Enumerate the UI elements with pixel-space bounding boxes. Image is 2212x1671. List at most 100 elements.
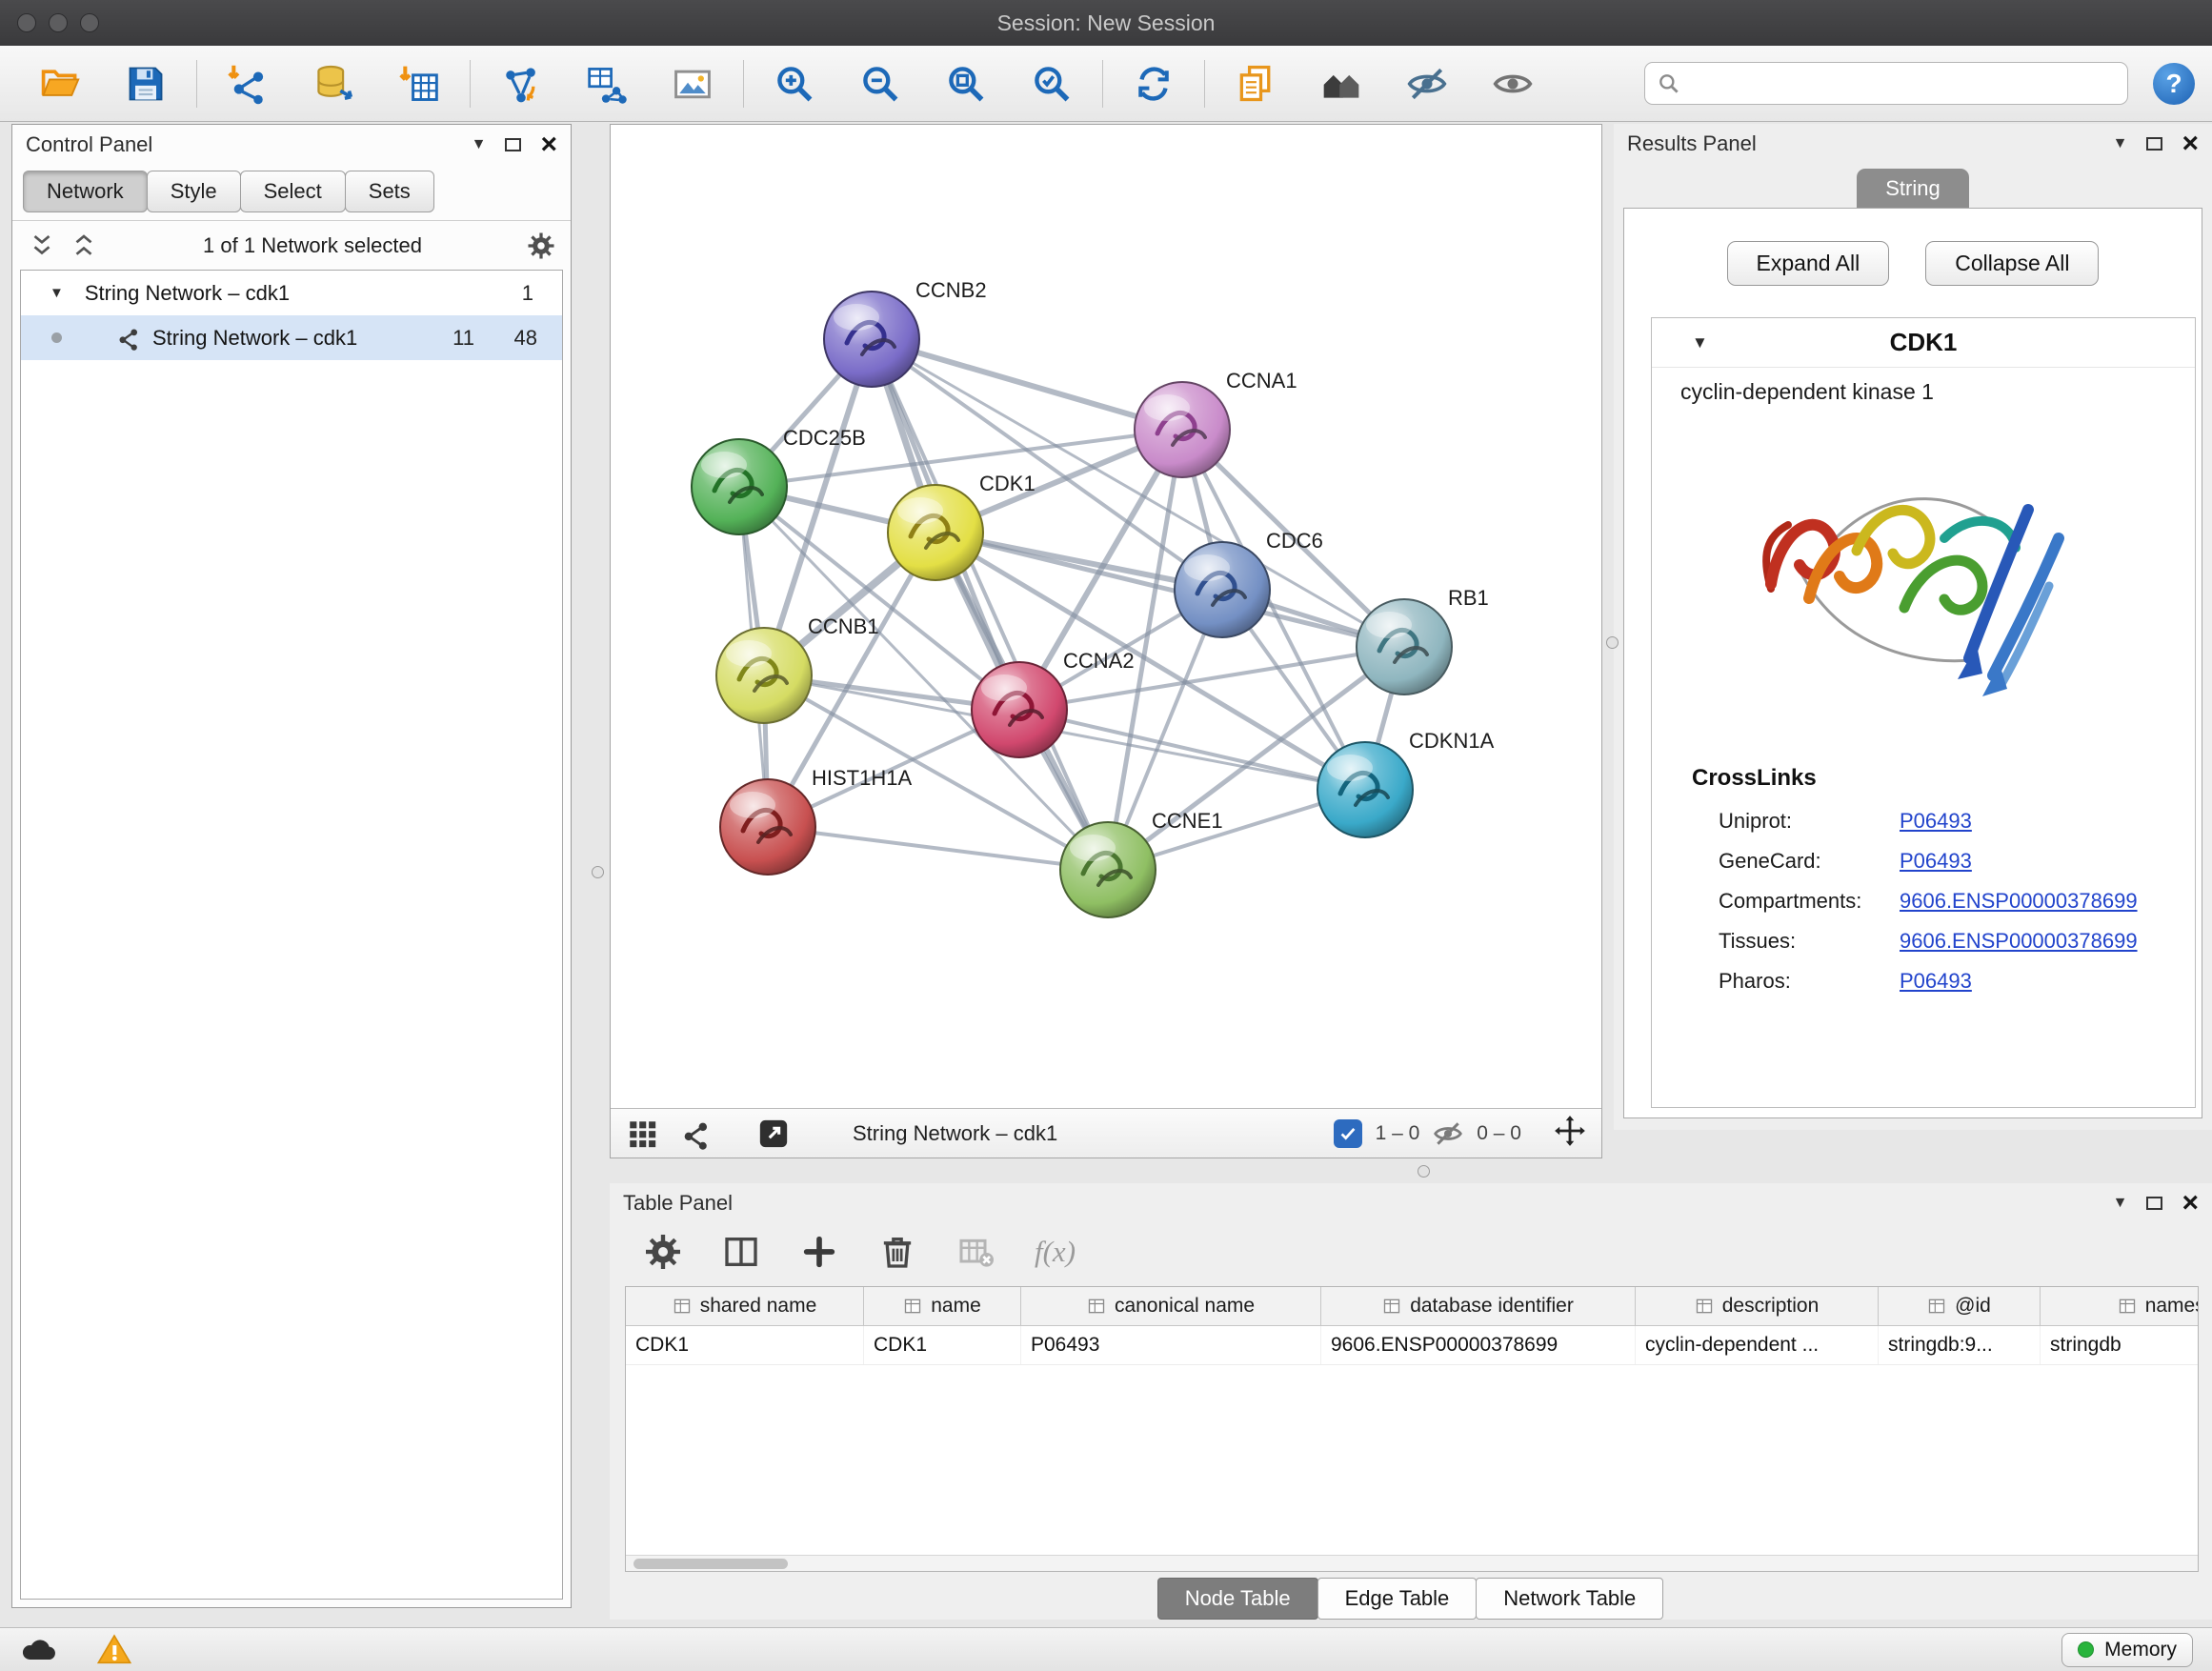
search-input[interactable] — [1689, 71, 2116, 96]
horizontal-scrollbar[interactable] — [626, 1555, 2198, 1571]
panel-float-icon[interactable] — [2146, 1197, 2162, 1210]
expand-all-button[interactable]: Expand All — [1727, 241, 1890, 286]
cloud-icon[interactable] — [19, 1631, 57, 1669]
column-header-database-identifier[interactable]: database identifier — [1321, 1287, 1636, 1325]
import-network-file-button[interactable] — [222, 58, 273, 110]
panel-close-icon[interactable]: × — [2182, 134, 2199, 153]
window-minimize-button[interactable] — [49, 13, 68, 32]
table-settings-gear-icon[interactable] — [644, 1233, 682, 1271]
zoom-out-button[interactable] — [855, 58, 906, 110]
delete-column-icon[interactable] — [878, 1233, 916, 1271]
network-edge[interactable] — [872, 339, 1108, 870]
crosslink-link[interactable]: 9606.ENSP00000378699 — [1900, 889, 2138, 914]
hide-selected-button[interactable] — [1401, 58, 1453, 110]
tab-network-table[interactable]: Network Table — [1476, 1578, 1663, 1620]
gear-icon[interactable] — [527, 232, 555, 260]
network-node-ccne1[interactable] — [1060, 822, 1156, 917]
save-session-button[interactable] — [120, 58, 171, 110]
network-node-ccnb1[interactable] — [716, 628, 812, 723]
tab-select[interactable]: Select — [240, 171, 346, 212]
selected-nodes-checkbox[interactable] — [1334, 1119, 1362, 1148]
panel-menu-icon[interactable]: ▼ — [472, 136, 487, 153]
zoom-selected-button[interactable] — [1026, 58, 1077, 110]
panel-menu-icon[interactable]: ▼ — [2113, 135, 2128, 152]
pan-tool-button[interactable] — [1554, 1115, 1586, 1152]
create-column-icon[interactable] — [800, 1233, 838, 1271]
detach-view-button[interactable] — [757, 1117, 790, 1150]
tab-string[interactable]: String — [1857, 169, 1969, 208]
collapse-section-icon[interactable]: ▼ — [1692, 333, 1708, 352]
network-node-cdc25b[interactable] — [692, 439, 787, 534]
tab-style[interactable]: Style — [147, 171, 241, 212]
open-session-button[interactable] — [34, 58, 86, 110]
crosslink-link[interactable]: P06493 — [1900, 849, 1972, 874]
tab-edge-table[interactable]: Edge Table — [1317, 1578, 1478, 1620]
ghost-nodes-button[interactable] — [1316, 58, 1367, 110]
panel-menu-icon[interactable]: ▼ — [2113, 1195, 2128, 1212]
copy-button[interactable] — [1230, 58, 1281, 110]
collapse-all-button[interactable]: Collapse All — [1925, 241, 2099, 286]
warning-icon[interactable] — [95, 1631, 133, 1669]
tree-expand-icon[interactable]: ▼ — [50, 285, 64, 301]
table-cell[interactable]: stringdb — [2041, 1326, 2199, 1364]
network-collection-row[interactable]: ▼ String Network – cdk1 1 — [21, 271, 562, 315]
network-from-selection-button[interactable] — [495, 58, 547, 110]
network-and-table-button[interactable] — [581, 58, 633, 110]
network-node-rb1[interactable] — [1357, 599, 1452, 695]
column-header-canonical-name[interactable]: canonical name — [1021, 1287, 1321, 1325]
scrollbar-thumb[interactable] — [633, 1559, 788, 1569]
tab-sets[interactable]: Sets — [345, 171, 434, 212]
panel-float-icon[interactable] — [505, 138, 521, 151]
panel-close-icon[interactable]: × — [540, 135, 557, 154]
grid-view-button[interactable] — [626, 1117, 658, 1150]
right-splitter-handle[interactable] — [1606, 636, 1619, 649]
column-header-description[interactable]: description — [1636, 1287, 1879, 1325]
column-header-shared-name[interactable]: shared name — [626, 1287, 864, 1325]
network-node-ccna1[interactable] — [1135, 382, 1230, 477]
network-canvas[interactable]: CCNB2CCNA1CDC25BCDK1CDC6RB1CCNB1CCNA2CDK… — [611, 125, 1601, 1107]
column-header--id[interactable]: @id — [1879, 1287, 2041, 1325]
network-edge[interactable] — [768, 827, 1108, 870]
column-header-namespace[interactable]: namespace — [2041, 1287, 2199, 1325]
network-node-cdk1[interactable] — [888, 485, 983, 580]
network-row[interactable]: String Network – cdk1 11 48 — [21, 315, 562, 360]
gene-section-header[interactable]: ▼ CDK1 — [1652, 318, 2195, 368]
table-cell[interactable]: CDK1 — [626, 1326, 864, 1364]
zoom-in-button[interactable] — [769, 58, 820, 110]
search-box[interactable] — [1644, 62, 2128, 105]
network-edge[interactable] — [1019, 710, 1365, 790]
table-cell[interactable]: P06493 — [1021, 1326, 1321, 1364]
memory-button[interactable]: Memory — [2061, 1633, 2193, 1667]
column-header-name[interactable]: name — [864, 1287, 1021, 1325]
crosslink-link[interactable]: P06493 — [1900, 969, 1972, 994]
refresh-view-button[interactable] — [1128, 58, 1179, 110]
zoom-fit-button[interactable] — [940, 58, 992, 110]
show-all-button[interactable] — [1487, 58, 1538, 110]
network-node-hist1h1a[interactable] — [720, 779, 815, 875]
expand-all-icon[interactable] — [70, 232, 98, 260]
network-node-cdc6[interactable] — [1175, 542, 1270, 637]
table-cell[interactable]: cyclin-dependent ... — [1636, 1326, 1879, 1364]
table-cell[interactable]: CDK1 — [864, 1326, 1021, 1364]
network-node-cdkn1a[interactable] — [1317, 742, 1413, 837]
window-zoom-button[interactable] — [80, 13, 99, 32]
panel-close-icon[interactable]: × — [2182, 1194, 2199, 1213]
import-network-database-button[interactable] — [308, 58, 359, 110]
bottom-splitter-handle[interactable] — [1418, 1165, 1430, 1178]
export-image-button[interactable] — [667, 58, 718, 110]
panel-float-icon[interactable] — [2146, 137, 2162, 151]
help-button[interactable]: ? — [2153, 63, 2195, 105]
window-close-button[interactable] — [17, 13, 36, 32]
function-builder-button[interactable]: f(x) — [1035, 1235, 1076, 1269]
tab-network[interactable]: Network — [23, 171, 148, 212]
tab-node-table[interactable]: Node Table — [1157, 1578, 1318, 1620]
network-node-ccna2[interactable] — [972, 662, 1067, 757]
network-node-ccnb2[interactable] — [824, 292, 919, 387]
show-columns-icon[interactable] — [722, 1233, 760, 1271]
crosslink-link[interactable]: P06493 — [1900, 809, 1972, 834]
import-table-file-button[interactable] — [393, 58, 445, 110]
table-cell[interactable]: stringdb:9... — [1879, 1326, 2041, 1364]
table-cell[interactable]: 9606.ENSP00000378699 — [1321, 1326, 1636, 1364]
crosslink-link[interactable]: 9606.ENSP00000378699 — [1900, 929, 2138, 954]
birdseye-view-button[interactable] — [679, 1117, 712, 1150]
